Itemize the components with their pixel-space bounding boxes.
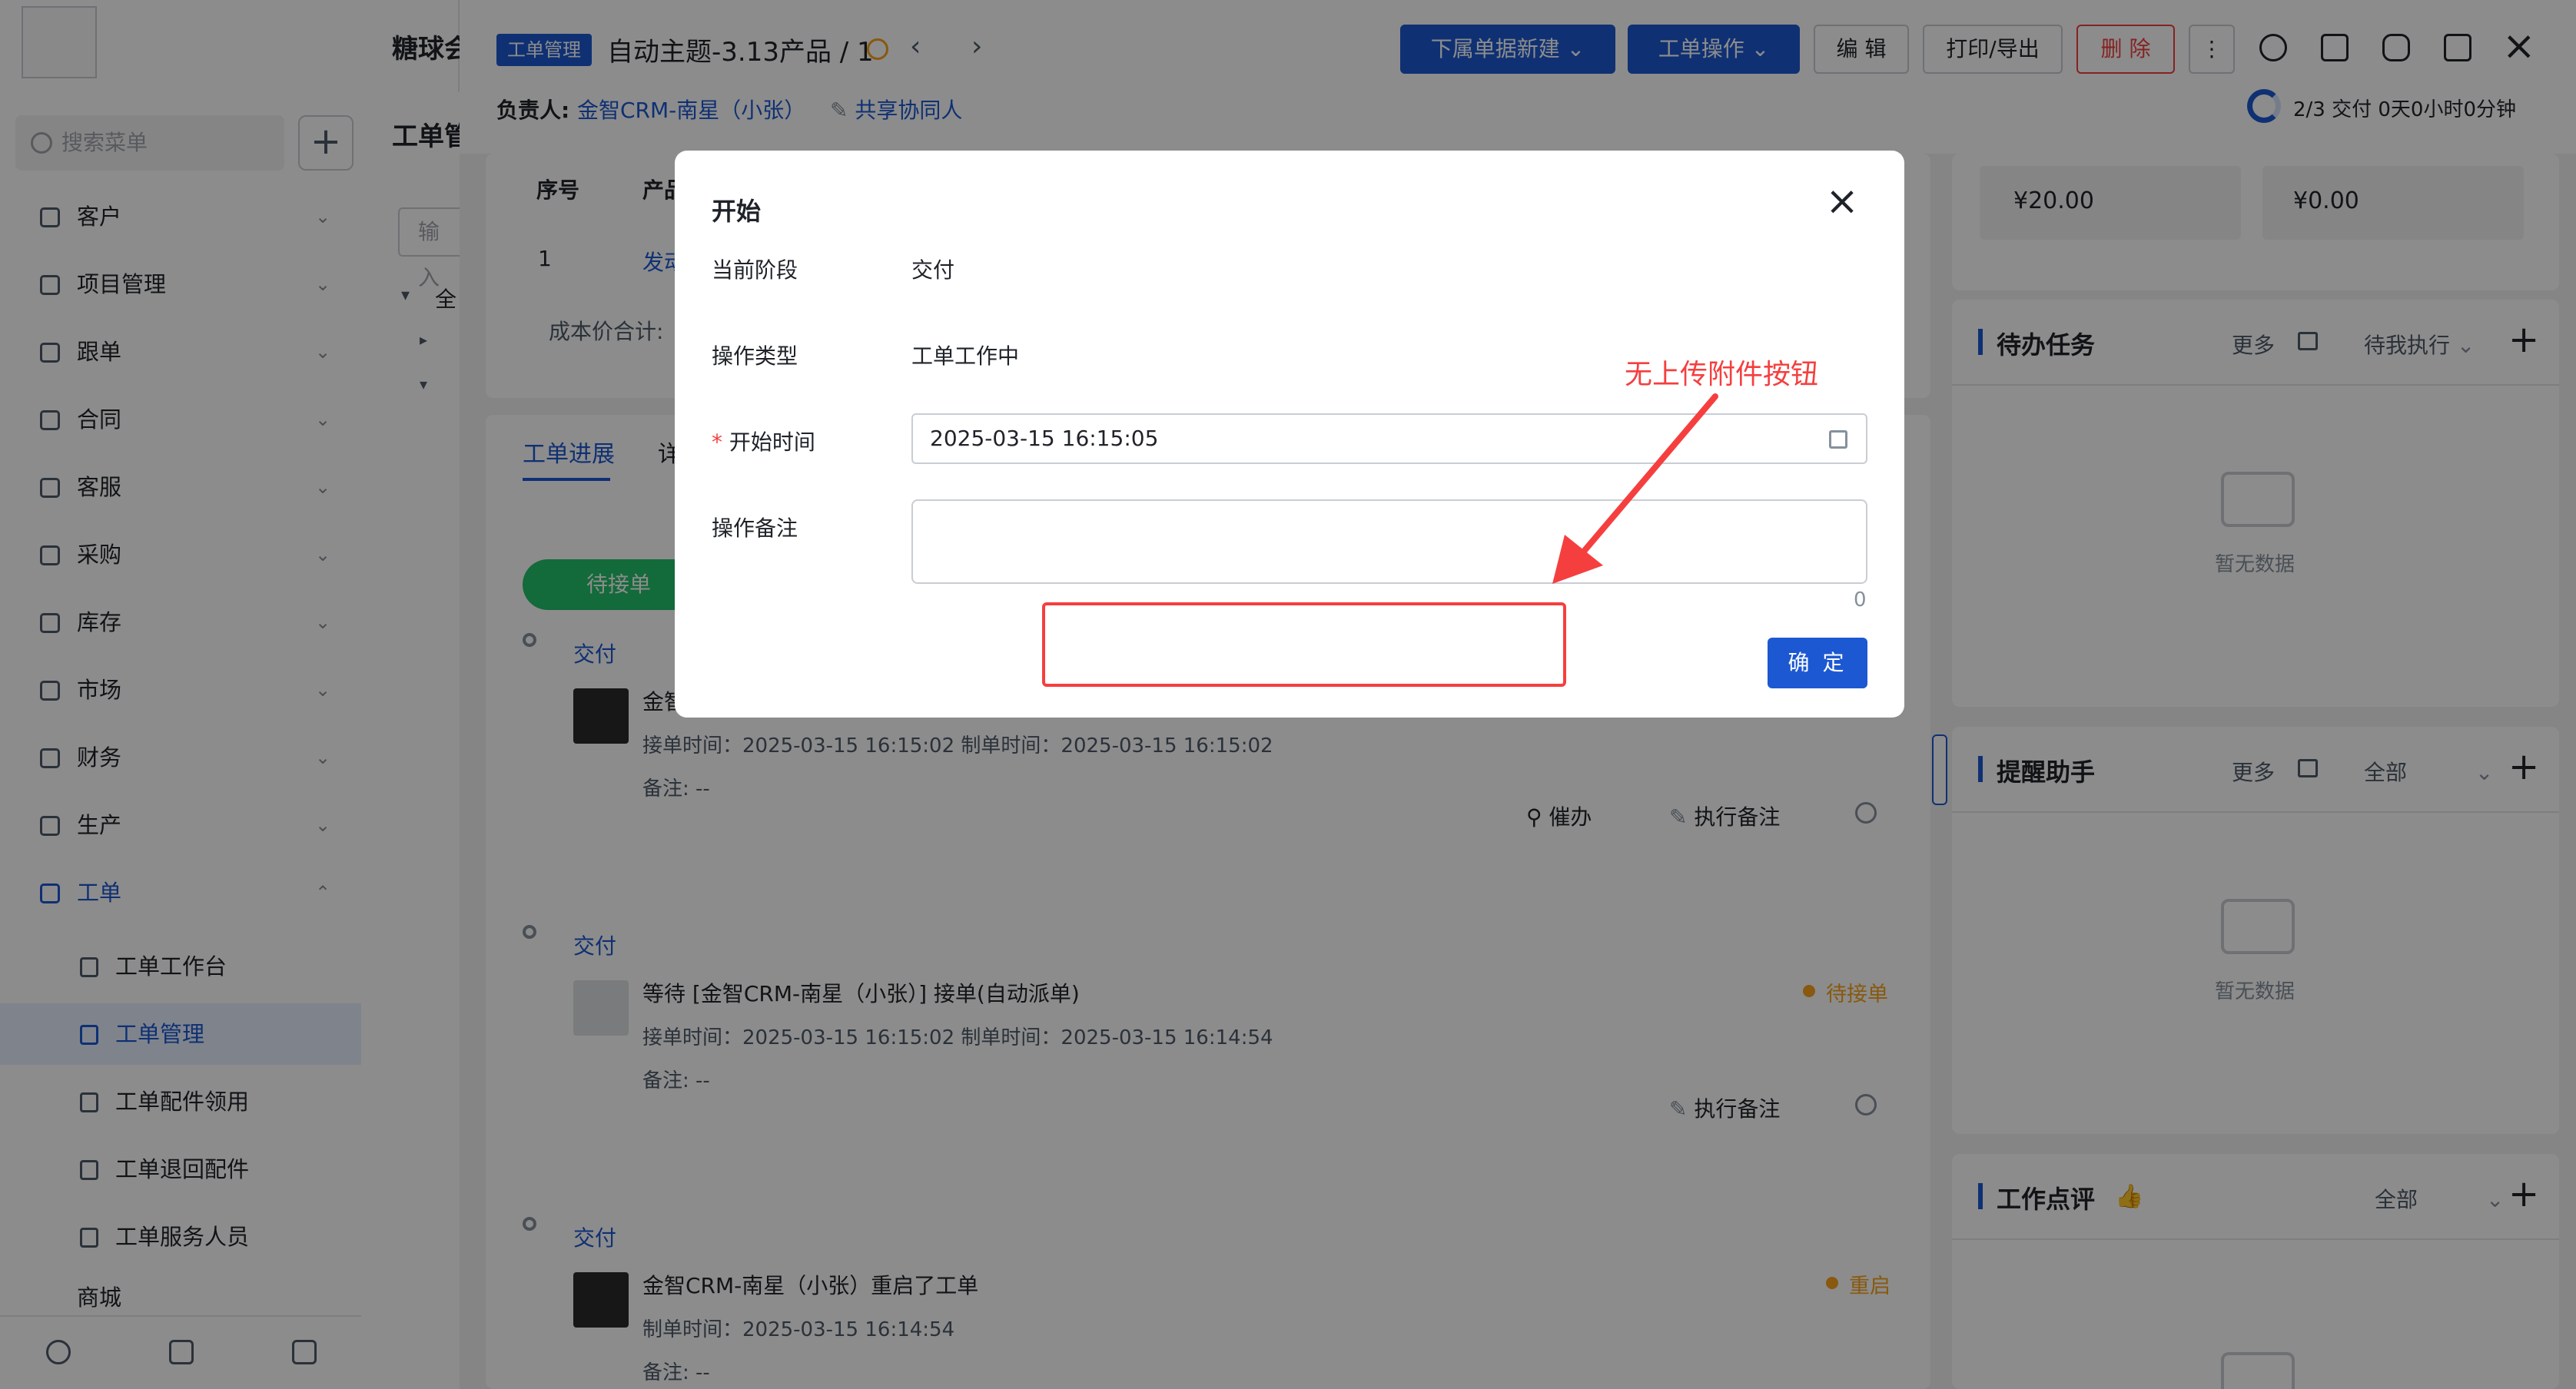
annotation-highlight-box xyxy=(1042,602,1566,687)
type-value: 工单工作中 xyxy=(911,343,1020,369)
time-label: 开始时间 xyxy=(729,429,815,455)
stage-label: 当前阶段 xyxy=(712,257,798,283)
type-label: 操作类型 xyxy=(712,343,798,369)
close-icon[interactable]: × xyxy=(1824,181,1860,221)
calendar-icon[interactable] xyxy=(1829,430,1847,449)
modal-title: 开始 xyxy=(712,197,762,226)
remark-label: 操作备注 xyxy=(712,515,798,541)
char-count: 0 xyxy=(1854,588,1867,612)
time-label-row: * 开始时间 xyxy=(712,426,815,456)
stage-value: 交付 xyxy=(911,257,955,283)
required-mark: * xyxy=(712,429,722,455)
annotation-arrow-icon xyxy=(1552,393,1718,584)
confirm-button[interactable]: 确 定 xyxy=(1768,638,1867,688)
